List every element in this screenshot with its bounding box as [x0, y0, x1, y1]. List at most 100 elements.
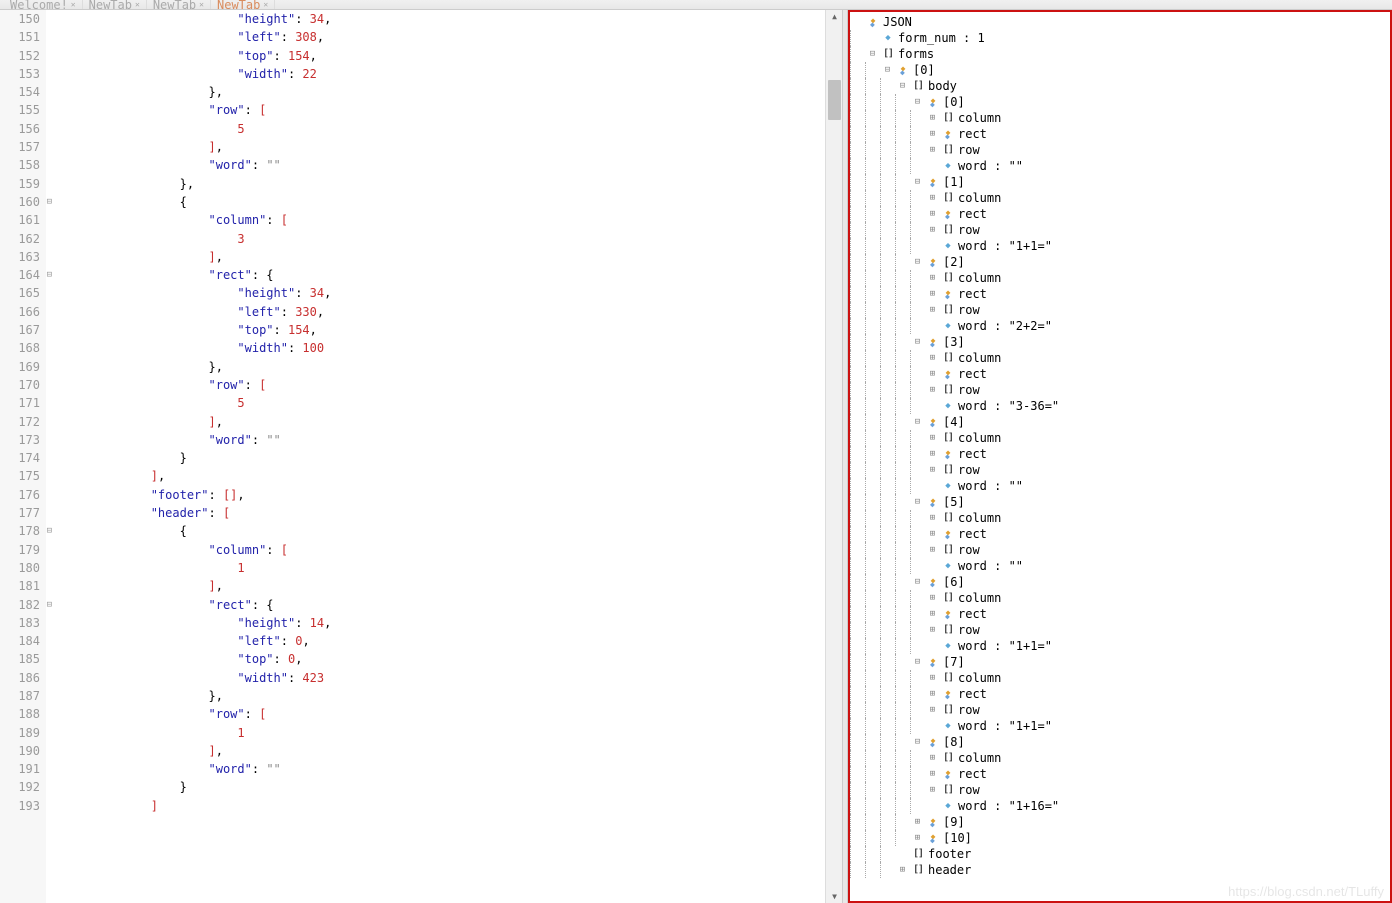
collapse-icon[interactable]: ⊟ [910, 334, 925, 350]
expand-icon[interactable]: ⊞ [925, 670, 940, 686]
expand-icon[interactable]: ⊞ [925, 702, 940, 718]
collapse-icon[interactable]: ⊟ [910, 174, 925, 190]
expand-icon[interactable]: ⊞ [925, 446, 940, 462]
code-line[interactable]: "row": [ [64, 376, 842, 394]
expand-icon[interactable]: ⊞ [895, 862, 910, 878]
tree-node[interactable]: ⊟[4] [850, 414, 1390, 430]
tree-node[interactable]: ⊟[0] [850, 94, 1390, 110]
tab-1[interactable]: NewTab✕ [83, 0, 147, 10]
tree-node[interactable]: ⊞[10] [850, 830, 1390, 846]
tree-node[interactable]: word : "" [850, 558, 1390, 574]
expand-icon[interactable]: ⊞ [925, 206, 940, 222]
tab-2[interactable]: NewTab✕ [147, 0, 211, 10]
code-line[interactable]: }, [64, 687, 842, 705]
code-line[interactable]: "word": "" [64, 156, 842, 174]
close-icon[interactable]: ✕ [263, 0, 268, 10]
code-line[interactable]: ], [64, 413, 842, 431]
code-line[interactable]: ], [64, 742, 842, 760]
tree-node[interactable]: ⊞rect [850, 446, 1390, 462]
code-line[interactable]: "word": "" [64, 431, 842, 449]
expand-icon[interactable]: ⊞ [925, 686, 940, 702]
tree-node[interactable]: ⊞rect [850, 606, 1390, 622]
tree-node[interactable]: ⊞rect [850, 686, 1390, 702]
code-line[interactable]: ], [64, 467, 842, 485]
tree-node[interactable]: ⊞rect [850, 766, 1390, 782]
tree-node[interactable]: JSON [850, 14, 1390, 30]
code-line[interactable]: "top": 154, [64, 321, 842, 339]
tree-node[interactable]: ⊞column [850, 750, 1390, 766]
tree-node[interactable]: ⊞column [850, 190, 1390, 206]
close-icon[interactable]: ✕ [135, 0, 140, 10]
expand-icon[interactable]: ⊞ [925, 590, 940, 606]
expand-icon[interactable]: ⊞ [925, 382, 940, 398]
expand-icon[interactable]: ⊞ [925, 462, 940, 478]
tree-node[interactable]: ⊞row [850, 462, 1390, 478]
code-line[interactable]: "header": [ [64, 504, 842, 522]
tree-node[interactable]: ⊞rect [850, 366, 1390, 382]
code-line[interactable]: "width": 423 [64, 669, 842, 687]
vertical-scrollbar[interactable]: ▲ ▼ [825, 10, 842, 903]
collapse-icon[interactable]: ⊟ [880, 62, 895, 78]
code-line[interactable]: "rect": { [64, 596, 842, 614]
code-line[interactable]: "row": [ [64, 101, 842, 119]
code-line[interactable]: "left": 308, [64, 28, 842, 46]
tree-node[interactable]: word : "1+1=" [850, 718, 1390, 734]
collapse-icon[interactable]: ⊟ [910, 654, 925, 670]
expand-icon[interactable]: ⊞ [925, 750, 940, 766]
collapse-icon[interactable]: ⊟ [910, 254, 925, 270]
tree-node[interactable]: ⊟[2] [850, 254, 1390, 270]
code-line[interactable]: "width": 100 [64, 339, 842, 357]
code-line[interactable]: "column": [ [64, 211, 842, 229]
tree-node[interactable]: ⊟[8] [850, 734, 1390, 750]
code-line[interactable]: 5 [64, 394, 842, 412]
expand-icon[interactable]: ⊞ [925, 302, 940, 318]
scroll-thumb[interactable] [828, 80, 841, 120]
expand-icon[interactable]: ⊞ [925, 286, 940, 302]
code-line[interactable]: 1 [64, 724, 842, 742]
expand-icon[interactable]: ⊞ [925, 190, 940, 206]
json-tree-panel[interactable]: JSONform_num : 1⊟forms⊟[0]⊟body⊟[0]⊞colu… [848, 10, 1392, 903]
code-line[interactable]: "left": 0, [64, 632, 842, 650]
tree-node[interactable]: word : "2+2=" [850, 318, 1390, 334]
code-line[interactable]: 3 [64, 230, 842, 248]
expand-icon[interactable]: ⊞ [925, 222, 940, 238]
collapse-icon[interactable]: ⊟ [910, 414, 925, 430]
code-editor[interactable]: 1501511521531541551561571581591601611621… [0, 10, 842, 903]
expand-icon[interactable]: ⊞ [925, 622, 940, 638]
tree-node[interactable]: ⊞header [850, 862, 1390, 878]
expand-icon[interactable]: ⊞ [925, 430, 940, 446]
tree-node[interactable]: ⊟[7] [850, 654, 1390, 670]
expand-icon[interactable]: ⊞ [925, 270, 940, 286]
code-line[interactable]: "footer": [], [64, 486, 842, 504]
expand-icon[interactable]: ⊞ [925, 782, 940, 798]
collapse-icon[interactable]: ⊟ [910, 734, 925, 750]
code-line[interactable]: "width": 22 [64, 65, 842, 83]
code-line[interactable]: "height": 34, [64, 284, 842, 302]
scroll-down-icon[interactable]: ▼ [830, 892, 839, 901]
tree-node[interactable]: ⊟forms [850, 46, 1390, 62]
tree-node[interactable]: ⊞row [850, 382, 1390, 398]
code-line[interactable]: ], [64, 138, 842, 156]
expand-icon[interactable]: ⊞ [925, 510, 940, 526]
tree-node[interactable]: ⊞row [850, 542, 1390, 558]
code-line[interactable]: { [64, 193, 842, 211]
tree-node[interactable]: ⊞[9] [850, 814, 1390, 830]
tree-node[interactable]: word : "" [850, 478, 1390, 494]
expand-icon[interactable]: ⊞ [925, 606, 940, 622]
tree-node[interactable]: word : "" [850, 158, 1390, 174]
expand-icon[interactable]: ⊞ [925, 142, 940, 158]
tree-node[interactable]: ⊟body [850, 78, 1390, 94]
tree-node[interactable]: ⊞row [850, 622, 1390, 638]
code-line[interactable]: "word": "" [64, 760, 842, 778]
tab-3[interactable]: NewTab✕ [211, 0, 275, 10]
code-line[interactable]: ], [64, 248, 842, 266]
close-icon[interactable]: ✕ [199, 0, 204, 10]
tree-node[interactable]: ⊞column [850, 270, 1390, 286]
code-area[interactable]: "height": 34, "left": 308, "top": 154, "… [46, 10, 842, 903]
expand-icon[interactable]: ⊞ [925, 126, 940, 142]
expand-icon[interactable]: ⊞ [925, 110, 940, 126]
tree-node[interactable]: ⊞row [850, 222, 1390, 238]
tree-node[interactable]: ⊞column [850, 670, 1390, 686]
tree-node[interactable]: ⊞column [850, 590, 1390, 606]
collapse-icon[interactable]: ⊟ [910, 574, 925, 590]
